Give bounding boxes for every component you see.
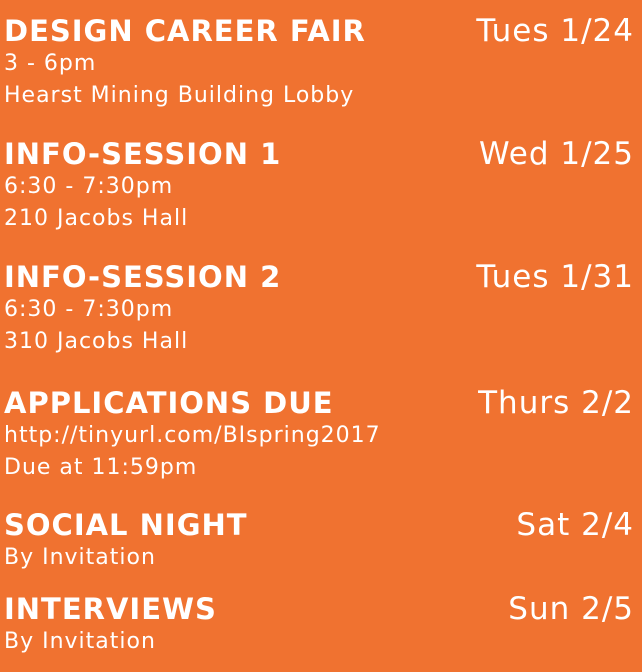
event-header: INFO-SESSION 1 Wed 1/25	[4, 137, 634, 171]
event-title: INTERVIEWS	[4, 592, 217, 626]
event-time: 6:30 - 7:30pm	[4, 297, 174, 322]
event-date: Tues 1/31	[476, 259, 634, 295]
event-date: Wed 1/25	[478, 136, 634, 172]
event-title: APPLICATIONS DUE	[4, 386, 334, 420]
event-info-session-2: INFO-SESSION 2 Tues 1/31 6:30 - 7:30pm 3…	[4, 260, 634, 358]
event-deadline: Due at 11:59pm	[4, 455, 198, 480]
event-location: 210 Jacobs Hall	[4, 206, 189, 231]
event-applications-due: APPLICATIONS DUE Thurs 2/2 http://tinyur…	[4, 386, 634, 484]
event-header: SOCIAL NIGHT Sat 2/4	[4, 508, 634, 542]
event-date: Sat 2/4	[516, 507, 634, 543]
event-interviews: INTERVIEWS Sun 2/5 By Invitation	[4, 592, 634, 658]
event-social-night: SOCIAL NIGHT Sat 2/4 By Invitation	[4, 508, 634, 574]
event-title: SOCIAL NIGHT	[4, 508, 248, 542]
event-time: 6:30 - 7:30pm	[4, 174, 174, 199]
event-info-session-1: INFO-SESSION 1 Wed 1/25 6:30 - 7:30pm 21…	[4, 137, 634, 235]
event-date: Tues 1/24	[476, 13, 634, 49]
event-header: INTERVIEWS Sun 2/5	[4, 592, 634, 626]
event-date: Sun 2/5	[508, 591, 634, 627]
event-header: INFO-SESSION 2 Tues 1/31	[4, 260, 634, 294]
event-header: DESIGN CAREER FAIR Tues 1/24	[4, 14, 634, 48]
event-location: 310 Jacobs Hall	[4, 329, 189, 354]
event-note: By Invitation	[4, 545, 156, 570]
event-location: Hearst Mining Building Lobby	[4, 83, 355, 108]
event-note: By Invitation	[4, 629, 156, 654]
event-title: INFO-SESSION 2	[4, 260, 282, 294]
event-header: APPLICATIONS DUE Thurs 2/2	[4, 386, 634, 420]
application-link[interactable]: http://tinyurl.com/BIspring2017	[4, 420, 634, 452]
event-title: DESIGN CAREER FAIR	[4, 14, 366, 48]
event-title: INFO-SESSION 1	[4, 137, 282, 171]
event-design-career-fair: DESIGN CAREER FAIR Tues 1/24 3 - 6pm Hea…	[4, 14, 634, 112]
event-time: 3 - 6pm	[4, 51, 97, 76]
event-date: Thurs 2/2	[478, 385, 634, 421]
